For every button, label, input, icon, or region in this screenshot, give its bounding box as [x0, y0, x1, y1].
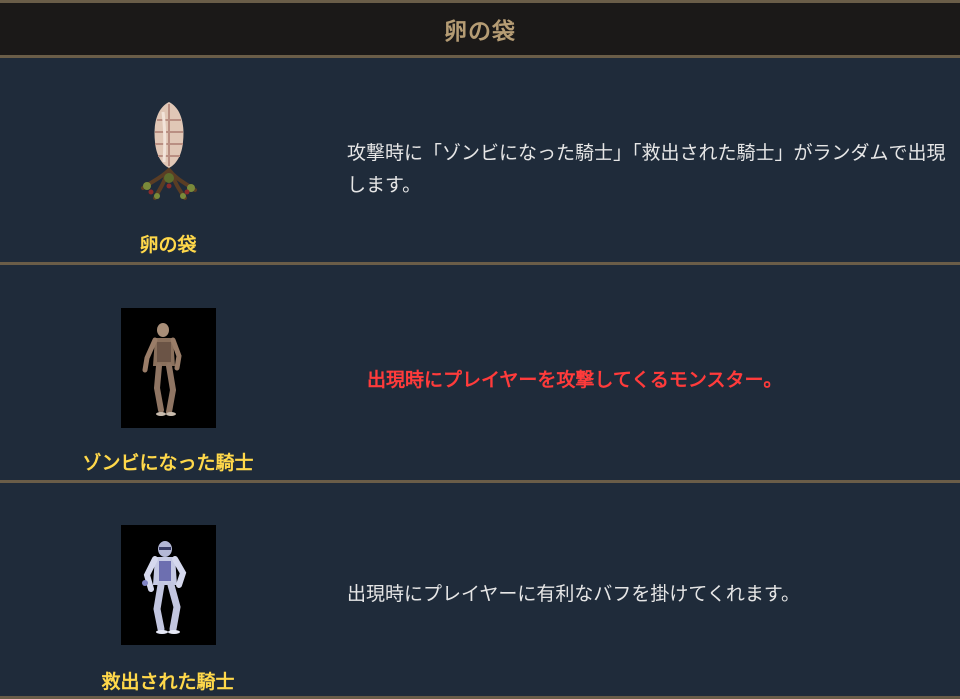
monster-description-zombie-knight: 出現時にプレイヤーを攻撃してくるモンスター。 — [367, 369, 783, 391]
monster-name-zombie-knight: ゾンビになった騎士 — [82, 452, 254, 474]
monster-row-egg-sac: 卵の袋 攻撃時に「ゾンビになった騎士」「救出された騎士」がランダムで出現します。 — [0, 58, 960, 262]
panel-title: 卵の袋 — [444, 19, 516, 45]
rescued-knight-sprite-icon — [121, 525, 216, 645]
monster-row-zombie-knight: ゾンビになった騎士 出現時にプレイヤーを攻撃してくるモンスター。 — [0, 265, 960, 480]
monster-description-rescued-knight: 出現時にプレイヤーに有利なバフを掛けてくれます。 — [347, 583, 800, 605]
monster-row-rescued-knight: 救出された騎士 出現時にプレイヤーに有利なバフを掛けてくれます。 — [0, 483, 960, 699]
panel-header: 卵の袋 — [0, 0, 960, 58]
monster-name-egg-sac: 卵の袋 — [139, 234, 197, 256]
monster-description-egg-sac: 攻撃時に「ゾンビになった騎士」「救出された騎士」がランダムで出現します。 — [347, 142, 946, 196]
monster-name-rescued-knight: 救出された騎士 — [101, 671, 235, 693]
monster-info-panel: 卵の袋 卵の袋 攻撃時に「ゾンビになった騎士」「救出された騎士」がランダムで出現… — [0, 0, 960, 699]
egg-sac-sprite-icon — [121, 98, 216, 218]
zombie-knight-sprite-icon — [121, 308, 216, 428]
